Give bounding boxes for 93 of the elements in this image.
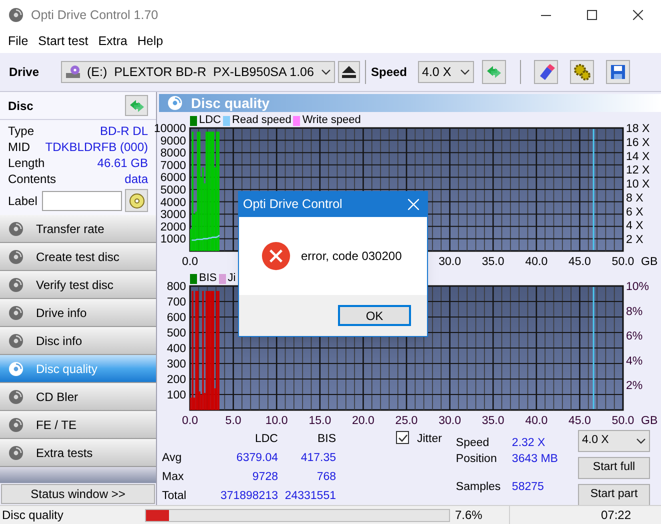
stat-value: 768 [316, 470, 336, 485]
axis-unit-label: GB [641, 415, 658, 427]
legend-label: Read speed [232, 114, 292, 127]
progress-percent: 7.6% [455, 506, 510, 524]
axis-tick-label: 10% [626, 281, 650, 293]
axis-tick-label: 50.0 [612, 415, 634, 427]
status-text: Disc quality [1, 507, 64, 524]
dialog-title: Opti Drive Control [243, 196, 342, 214]
axis-tick-label: 10.0 [265, 415, 288, 427]
field-label: Contents [8, 171, 56, 188]
field-label: Length [8, 155, 45, 172]
axis-tick-label: 40.0 [525, 415, 548, 427]
field-label: Label [8, 192, 38, 210]
axis-tick-label: 100 [166, 390, 186, 402]
axis-tick-label: 5.0 [225, 415, 242, 427]
drive-label: Drive [9, 64, 40, 81]
axis-tick-label: 35.0 [482, 256, 504, 268]
axis-tick-label: 10 X [626, 178, 650, 190]
stat-value: 417.35 [300, 451, 336, 466]
axis-tick-label: 6000 [160, 172, 186, 184]
speed-label: Speed [371, 64, 408, 81]
axis-tick-label: 0.0 [182, 256, 198, 268]
axis-tick-label: 30.0 [438, 415, 461, 427]
axis-tick-label: 800 [166, 281, 186, 293]
axis-tick-label: 12 X [626, 164, 650, 177]
axis-tick-label: 7000 [160, 160, 186, 172]
stat-value: 9728 [251, 470, 278, 485]
stat-value: 24331551 [284, 489, 336, 504]
row-label: Max [162, 470, 185, 485]
checkbox-label: Jitter [417, 432, 442, 447]
axis-tick-label: 2000 [160, 221, 186, 234]
axis-tick-label: 9000 [160, 135, 186, 148]
axis-tick-label: 0.0 [182, 415, 198, 427]
axis-tick-label: 8000 [160, 148, 186, 160]
info-value: 3643 MB [512, 452, 559, 467]
error-message: error, code 030200 [301, 248, 402, 265]
legend-label: BIS [199, 272, 217, 285]
field-label: Type [8, 123, 34, 140]
axis-tick-label: 6 X [626, 206, 644, 218]
axis-tick-label: 4% [626, 355, 643, 368]
axis-tick-label: 3000 [160, 209, 186, 222]
axis-tick-label: 2 X [626, 234, 644, 246]
info-value: 2.32 X [512, 436, 546, 451]
axis-tick-label: 40.0 [525, 256, 548, 268]
info-value: 58275 [512, 480, 545, 495]
axis-tick-label: 600 [166, 312, 186, 324]
axis-tick-label: 300 [166, 358, 186, 370]
info-label: Speed [456, 436, 490, 451]
panel-title: Disc quality [191, 94, 270, 113]
axis-tick-label: 5000 [160, 184, 186, 196]
axis-tick-label: 200 [166, 374, 186, 386]
legend-label: LDC [199, 114, 222, 127]
axis-tick-label: 45.0 [568, 256, 591, 268]
info-label: Samples [456, 480, 502, 495]
field-value: 46.61 GB [97, 155, 148, 172]
axis-tick-label: 400 [166, 343, 186, 355]
axis-tick-label: 4 X [626, 220, 644, 232]
stat-value: 371898213 [219, 489, 278, 504]
row-label: Avg [162, 451, 183, 466]
axis-tick-label: 6% [626, 330, 643, 342]
axis-tick-label: 8 X [626, 192, 644, 204]
axis-tick-label: 15.0 [308, 415, 332, 427]
info-label: Position [456, 452, 498, 467]
elapsed-time: 07:22 [600, 507, 631, 524]
axis-unit-label: GB [641, 256, 658, 268]
axis-tick-label: 30.0 [438, 256, 461, 268]
axis-tick-label: 8% [626, 306, 643, 318]
window-title: Opti Drive Control 1.70 [31, 6, 158, 24]
axis-tick-label: 4000 [160, 196, 186, 209]
field-value: BD-R DL [100, 123, 148, 140]
axis-tick-label: 25.0 [395, 415, 418, 427]
row-label: Total [162, 489, 188, 504]
axis-tick-label: 2% [626, 380, 643, 392]
column-header: LDC [254, 432, 278, 447]
axis-tick-label: 50.0 [612, 256, 634, 268]
axis-tick-label: 18 X [626, 123, 650, 135]
axis-tick-label: 500 [166, 328, 186, 340]
axis-tick-label: 10000 [154, 123, 186, 135]
stat-value: 6379.04 [235, 451, 278, 466]
field-value: data [124, 171, 148, 188]
axis-tick-label: 700 [166, 296, 186, 308]
legend-label: Write speed [302, 114, 361, 127]
legend-label: Ji [228, 272, 236, 285]
axis-tick-label: 20.0 [352, 415, 374, 427]
axis-tick-label: 1000 [160, 234, 186, 246]
axis-tick-label: 45.0 [568, 415, 591, 427]
axis-tick-label: 16 X [626, 136, 650, 149]
axis-tick-label: 35.0 [482, 415, 504, 427]
field-value: TDKBLDRFB (000) [45, 139, 148, 156]
axis-tick-label: 14 X [626, 150, 650, 163]
disc-section-title: Disc [8, 98, 34, 114]
field-label: MID [8, 139, 30, 156]
column-header: BIS [316, 432, 336, 447]
